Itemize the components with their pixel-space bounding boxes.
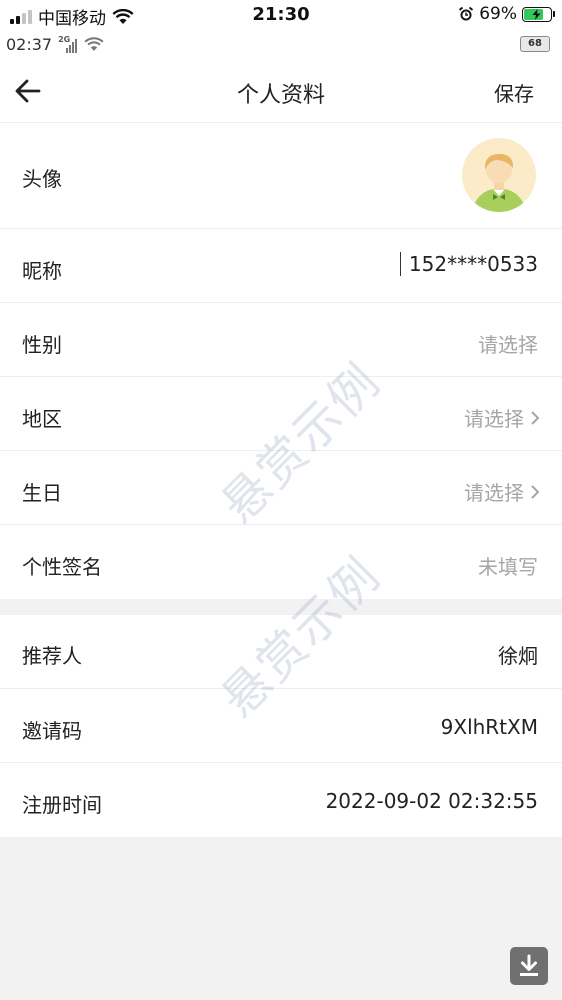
avatar-row[interactable]: 头像 — [0, 123, 562, 229]
register-time-row: 注册时间 2022-09-02 02:32:55 — [0, 763, 562, 837]
register-time-value: 2022-09-02 02:32:55 — [325, 789, 538, 813]
gender-value: 请选择 — [478, 333, 538, 357]
invite-code-value: 9XlhRtXM — [440, 715, 538, 739]
birthday-row[interactable]: 生日 请选择 — [0, 451, 562, 525]
invite-code-label: 邀请码 — [22, 719, 82, 743]
wifi-icon-secondary — [84, 37, 104, 51]
referrer-label: 推荐人 — [22, 644, 82, 668]
region-row[interactable]: 地区 请选择 — [0, 377, 562, 451]
signature-row[interactable]: 个性签名 未填写 — [0, 525, 562, 599]
status-bar: 中国移动 21:30 69% — [0, 0, 562, 30]
battery-icon — [522, 6, 555, 22]
text-cursor — [399, 252, 401, 276]
profile-section: 头像 昵称 152****0533 性别 请选择 地区 请选择 生日 请选择 个… — [0, 123, 562, 599]
signature-input[interactable]: 未填写 — [478, 551, 538, 580]
birthday-selector[interactable]: 请选择 — [464, 477, 540, 506]
nickname-row[interactable]: 昵称 152****0533 — [0, 229, 562, 303]
avatar-label: 头像 — [22, 167, 62, 191]
gender-row[interactable]: 性别 请选择 — [0, 303, 562, 377]
nav-bar: 个人资料 保存 — [0, 60, 562, 123]
gender-selector[interactable]: 请选择 — [478, 329, 538, 358]
status-right: 69% — [458, 4, 555, 24]
birthday-value: 请选择 — [464, 481, 524, 505]
secondary-time: 02:37 — [6, 35, 53, 54]
signature-value: 未填写 — [478, 555, 538, 579]
register-time-label: 注册时间 — [22, 793, 102, 817]
network-signal-icon: 2G — [58, 34, 78, 53]
save-button[interactable]: 保存 — [494, 78, 534, 107]
secondary-status-bar: 02:37 2G 68 — [0, 30, 562, 60]
referrer-row: 推荐人 徐炯 — [0, 615, 562, 689]
birthday-label: 生日 — [22, 481, 62, 505]
nickname-input[interactable]: 152****0533 — [399, 252, 538, 276]
invite-code-row: 邀请码 9XlhRtXM — [0, 689, 562, 763]
chevron-right-icon — [531, 484, 540, 499]
region-label: 地区 — [22, 407, 62, 431]
nickname-label: 昵称 — [22, 259, 62, 283]
battery-percent: 69% — [479, 4, 517, 24]
download-button[interactable] — [510, 947, 548, 985]
chevron-right-icon — [531, 410, 540, 425]
download-icon — [520, 954, 538, 976]
network-type: 2G — [58, 34, 71, 44]
avatar[interactable] — [462, 138, 536, 212]
region-selector[interactable]: 请选择 — [464, 403, 540, 432]
secondary-battery: 68 — [520, 36, 550, 52]
nickname-value: 152****0533 — [408, 252, 538, 276]
gender-label: 性别 — [22, 333, 62, 357]
info-section: 推荐人 徐炯 邀请码 9XlhRtXM 注册时间 2022-09-02 02:3… — [0, 615, 562, 837]
signature-label: 个性签名 — [22, 555, 102, 579]
referrer-value: 徐炯 — [498, 644, 538, 668]
secondary-status-left: 02:37 2G — [6, 35, 104, 54]
alarm-icon — [459, 6, 474, 21]
user-avatar-icon — [472, 154, 526, 212]
charging-bolt-icon — [532, 8, 541, 20]
region-value: 请选择 — [464, 407, 524, 431]
page-title: 个人资料 — [236, 83, 325, 108]
